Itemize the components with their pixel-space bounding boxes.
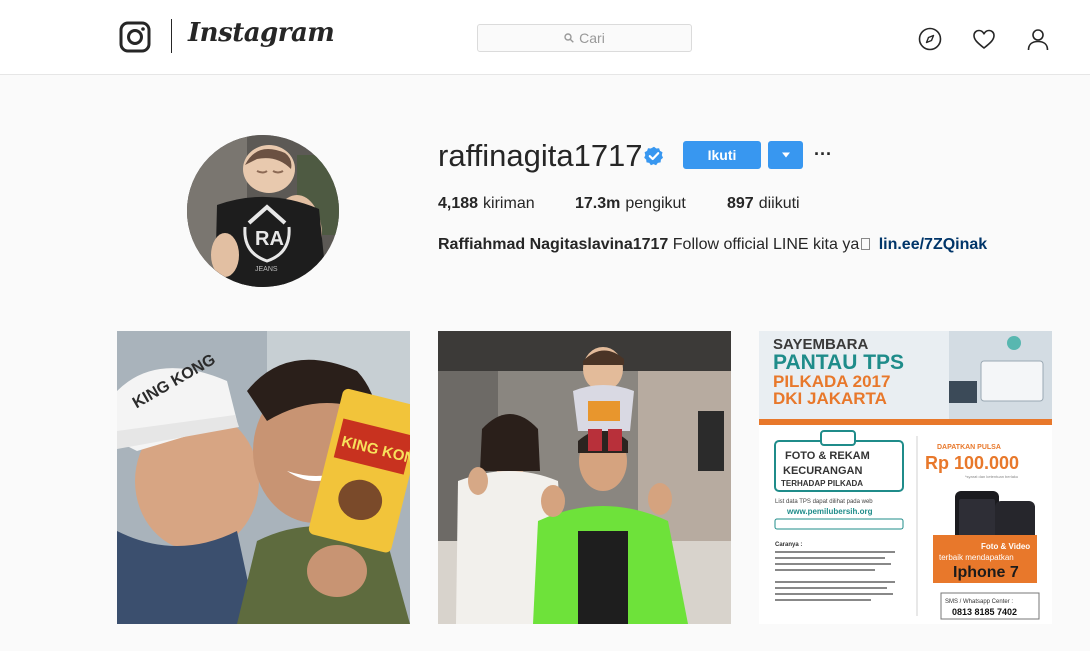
stat-followers-value: 17.3m <box>575 195 621 212</box>
suggestions-dropdown-button[interactable] <box>768 141 803 169</box>
instagram-camera-icon[interactable] <box>119 21 151 53</box>
profile-username: raffinagita1717 <box>438 138 643 173</box>
prize-amount: Rp 100.000 <box>925 453 1019 473</box>
more-options-icon: ··· <box>814 143 832 164</box>
compass-icon[interactable] <box>918 27 942 51</box>
best-line-2: terbaik mendapatkan <box>939 553 1014 562</box>
prize-note: *syarat dan ketentuan berlaku <box>965 474 1018 479</box>
stat-following-value: 897 <box>727 195 754 212</box>
follow-button[interactable]: Ikuti <box>683 141 761 169</box>
post-image-election-poster: SAYEMBARA PANTAU TPS PILKADA 2017 DKI JA… <box>759 331 1052 624</box>
camera-heading-2: KECURANGAN <box>783 465 863 477</box>
profile-stats: 4,188 kiriman 17.3m pengikut 897 diikuti <box>438 195 800 213</box>
prize-label: DAPATKAN PULSA <box>937 444 1001 451</box>
search-placeholder: Cari <box>579 30 605 46</box>
search-input[interactable]: Cari <box>477 24 692 52</box>
steps-heading: Caranya : <box>775 542 802 548</box>
missing-glyph-icon <box>861 238 871 250</box>
post-thumbnail[interactable]: SAYEMBARA PANTAU TPS PILKADA 2017 DKI JA… <box>759 331 1052 624</box>
stat-followers[interactable]: 17.3m pengikut <box>575 195 727 213</box>
tps-url: www.pemilubersih.org <box>786 507 873 516</box>
best-line-1: Foto & Video <box>981 542 1030 551</box>
stat-posts-value: 4,188 <box>438 195 479 212</box>
poster-title-3: DKI JAKARTA <box>773 389 887 408</box>
verified-badge-icon <box>644 146 663 166</box>
poster-title-1: PANTAU TPS <box>773 351 904 374</box>
post-thumbnail[interactable]: KING KONG KING KONG <box>117 331 410 624</box>
bio-text: Follow official LINE kita ya <box>672 236 860 253</box>
profile-bio: Raffiahmad Nagitaslavina1717 Follow offi… <box>438 236 987 254</box>
heart-icon[interactable] <box>972 27 996 51</box>
camera-heading-1: FOTO & REKAM <box>785 450 870 462</box>
stat-following-label: diikuti <box>758 195 800 212</box>
profile-icon[interactable] <box>1026 27 1050 51</box>
more-options-button[interactable]: ··· <box>814 144 832 164</box>
stat-following[interactable]: 897 diikuti <box>727 195 800 213</box>
sms-label: SMS / Whatsapp Center : <box>945 599 1013 605</box>
svg-text:RA: RA <box>255 228 284 250</box>
caret-down-icon <box>781 152 790 158</box>
stat-followers-label: pengikut <box>625 195 686 212</box>
post-thumbnail[interactable] <box>438 331 731 624</box>
post-image-couple-snack: KING KONG KING KONG <box>117 331 410 624</box>
best-prize: Iphone 7 <box>953 564 1019 581</box>
post-image-family-peace-sign <box>438 331 731 624</box>
profile-avatar[interactable]: RA JEANS <box>187 135 339 287</box>
camera-heading-3: TERHADAP PILKADA <box>781 479 863 488</box>
top-navigation-bar: Instagram Cari <box>0 0 1090 75</box>
profile-full-name: Raffiahmad Nagitaslavina1717 <box>438 236 669 253</box>
logo-divider <box>171 19 172 53</box>
sms-number: 0813 8185 7402 <box>952 607 1017 617</box>
avatar-shirt-text: JEANS <box>255 266 278 273</box>
tps-note: List data TPS dapat dilihat pada web <box>775 499 873 505</box>
stat-posts-label: kiriman <box>483 195 535 212</box>
search-icon <box>564 33 574 43</box>
instagram-wordmark[interactable]: Instagram <box>188 18 335 48</box>
stat-posts: 4,188 kiriman <box>438 195 575 213</box>
bio-link[interactable]: lin.ee/7ZQinak <box>879 236 987 253</box>
